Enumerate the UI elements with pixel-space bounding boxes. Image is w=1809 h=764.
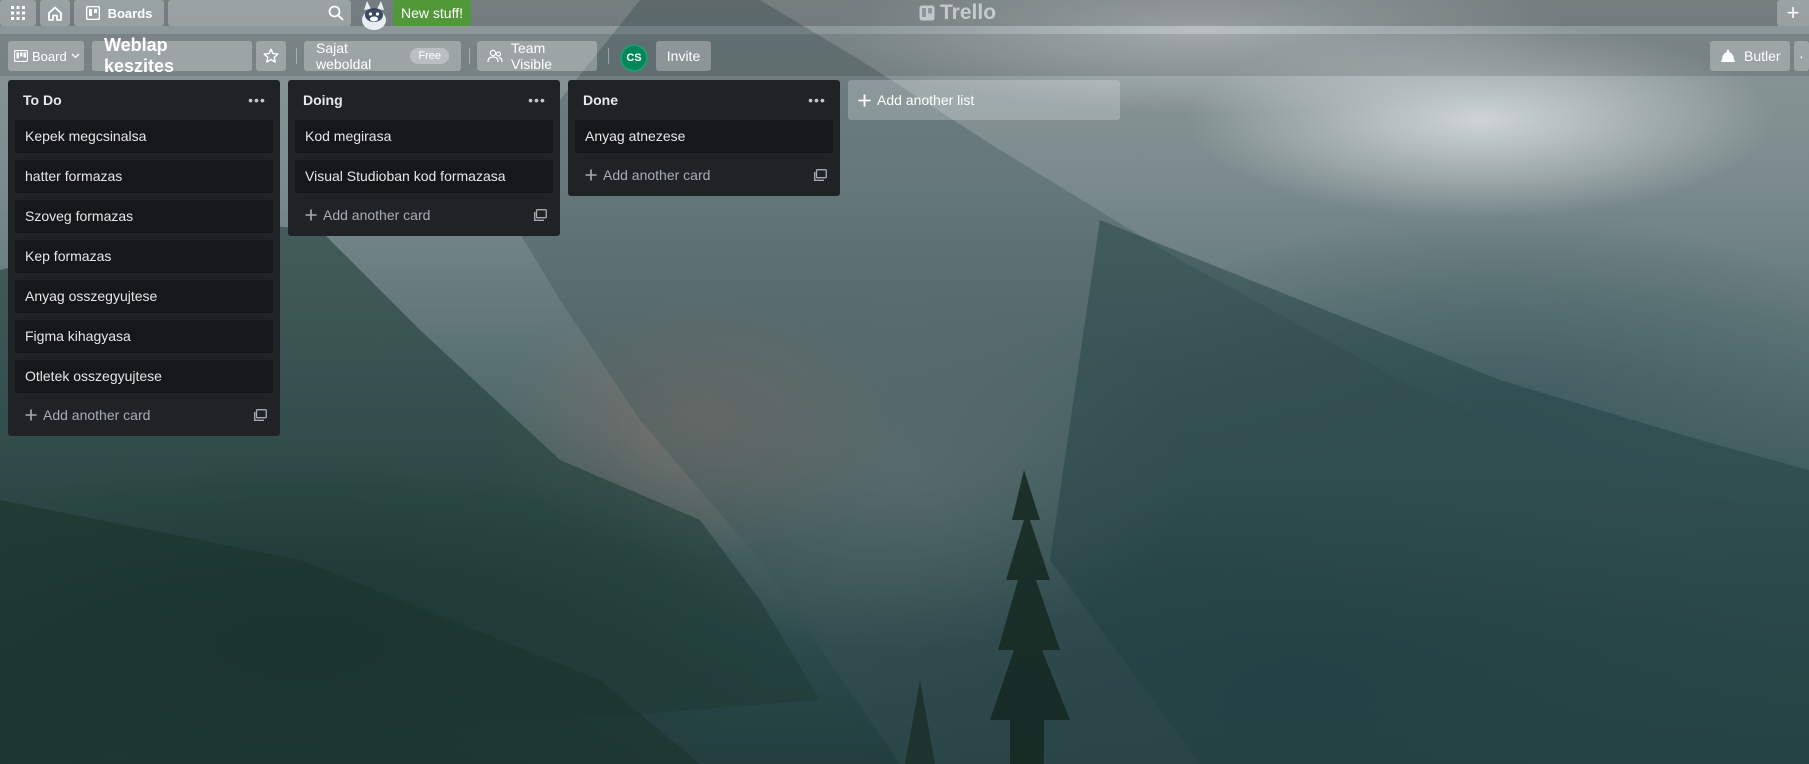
list-header[interactable]: Done ••• — [575, 80, 833, 120]
mascot-icon[interactable] — [357, 0, 391, 30]
trello-logo-text: Trello — [940, 1, 997, 24]
invite-label: Invite — [666, 48, 701, 64]
add-card-row: Add another card — [575, 160, 833, 190]
add-card-label: Add another card — [323, 207, 431, 223]
list-todo: To Do ••• Kepek megcsinalsa hatter forma… — [8, 80, 280, 436]
star-button[interactable] — [256, 41, 286, 71]
list-title[interactable]: Doing — [303, 92, 343, 108]
board-header: Board Weblap keszites Sajat weboldal Fre… — [0, 34, 1809, 76]
plus-icon — [305, 209, 317, 221]
card[interactable]: hatter formazas — [15, 160, 273, 192]
boards-label: Boards — [107, 5, 153, 21]
board-title[interactable]: Weblap keszites — [92, 35, 252, 76]
card[interactable]: Visual Studioban kod formazasa — [295, 160, 553, 192]
apps-grid-icon — [11, 6, 25, 20]
list-title[interactable]: Done — [583, 92, 618, 108]
home-icon — [47, 6, 63, 21]
search-box[interactable] — [168, 0, 351, 26]
team-plan-badge: Free — [410, 48, 449, 64]
card[interactable]: Anyag atnezese — [575, 120, 833, 152]
boards-icon — [85, 6, 100, 20]
butler-button[interactable]: Butler — [1710, 41, 1790, 71]
add-card-label: Add another card — [43, 407, 151, 423]
add-card-button[interactable]: Add another card — [585, 167, 710, 183]
plus-icon — [858, 94, 871, 107]
member-avatar[interactable]: CS — [620, 44, 648, 72]
board-view-icon — [14, 50, 28, 62]
new-stuff-button[interactable]: New stuff! — [393, 0, 471, 26]
board-title-text: Weblap keszites — [104, 35, 175, 76]
board-view-label: Board — [32, 48, 67, 64]
butler-icon — [1720, 49, 1736, 63]
search-icon[interactable] — [328, 5, 344, 21]
card[interactable]: Anyag osszegyujtese — [15, 280, 273, 312]
list-header[interactable]: Doing ••• — [295, 80, 553, 120]
header-divider — [469, 48, 470, 64]
card[interactable]: Kepek megcsinalsa — [15, 120, 273, 152]
team-name: Sajat weboldal — [316, 40, 372, 72]
plus-icon — [25, 409, 37, 421]
trello-logo-icon — [919, 5, 935, 21]
card-template-icon[interactable] — [534, 209, 547, 221]
plus-icon — [585, 169, 597, 181]
header-divider — [608, 48, 609, 64]
more-menu-button[interactable]: · — [1794, 41, 1809, 71]
top-navigation-bar: Boards New stuff! Trello + — [0, 0, 1809, 30]
board-view-switcher[interactable]: Board — [8, 41, 84, 71]
card[interactable]: Kod megirasa — [295, 120, 553, 152]
add-card-row: Add another card — [295, 200, 553, 230]
team-button[interactable]: Sajat weboldal Free — [304, 40, 461, 72]
create-button[interactable]: + — [1777, 0, 1809, 26]
apps-button[interactable] — [0, 0, 36, 26]
list-done: Done ••• Anyag atnezese Add another card — [568, 80, 840, 196]
card[interactable]: Szoveg formazas — [15, 200, 273, 232]
add-card-button[interactable]: Add another card — [305, 207, 430, 223]
card-template-icon[interactable] — [814, 169, 827, 181]
card[interactable]: Kep formazas — [15, 240, 273, 272]
list-menu-icon[interactable]: ••• — [527, 90, 547, 110]
add-card-row: Add another card — [15, 400, 273, 430]
visibility-label: Team Visible — [511, 40, 552, 72]
list-doing: Doing ••• Kod megirasa Visual Studioban … — [288, 80, 560, 236]
list-header[interactable]: To Do ••• — [15, 80, 273, 120]
card[interactable]: Figma kihagyasa — [15, 320, 273, 352]
list-menu-icon[interactable]: ••• — [247, 90, 267, 110]
boards-button[interactable]: Boards — [74, 0, 164, 26]
add-card-button[interactable]: Add another card — [25, 407, 150, 423]
star-icon — [263, 48, 279, 64]
home-button[interactable] — [40, 0, 70, 26]
butler-label: Butler — [1744, 48, 1781, 64]
header-divider — [296, 48, 297, 64]
plus-icon: + — [1786, 0, 1800, 25]
search-input[interactable] — [168, 0, 351, 26]
card[interactable]: Otletek osszegyujtese — [15, 360, 273, 392]
invite-button[interactable]: Invite — [656, 41, 711, 71]
more-dots-icon: · — [1799, 48, 1804, 64]
team-visible-icon — [487, 49, 503, 63]
add-list-label: Add another list — [877, 92, 975, 108]
card-template-icon[interactable] — [254, 409, 267, 421]
trello-logo[interactable]: Trello — [919, 1, 996, 25]
list-title[interactable]: To Do — [23, 92, 62, 108]
chevron-down-icon — [71, 53, 80, 59]
add-card-label: Add another card — [603, 167, 711, 183]
visibility-button[interactable]: Team Visible — [477, 40, 597, 72]
add-list-button[interactable]: Add another list — [848, 80, 1120, 120]
list-menu-icon[interactable]: ••• — [807, 90, 827, 110]
